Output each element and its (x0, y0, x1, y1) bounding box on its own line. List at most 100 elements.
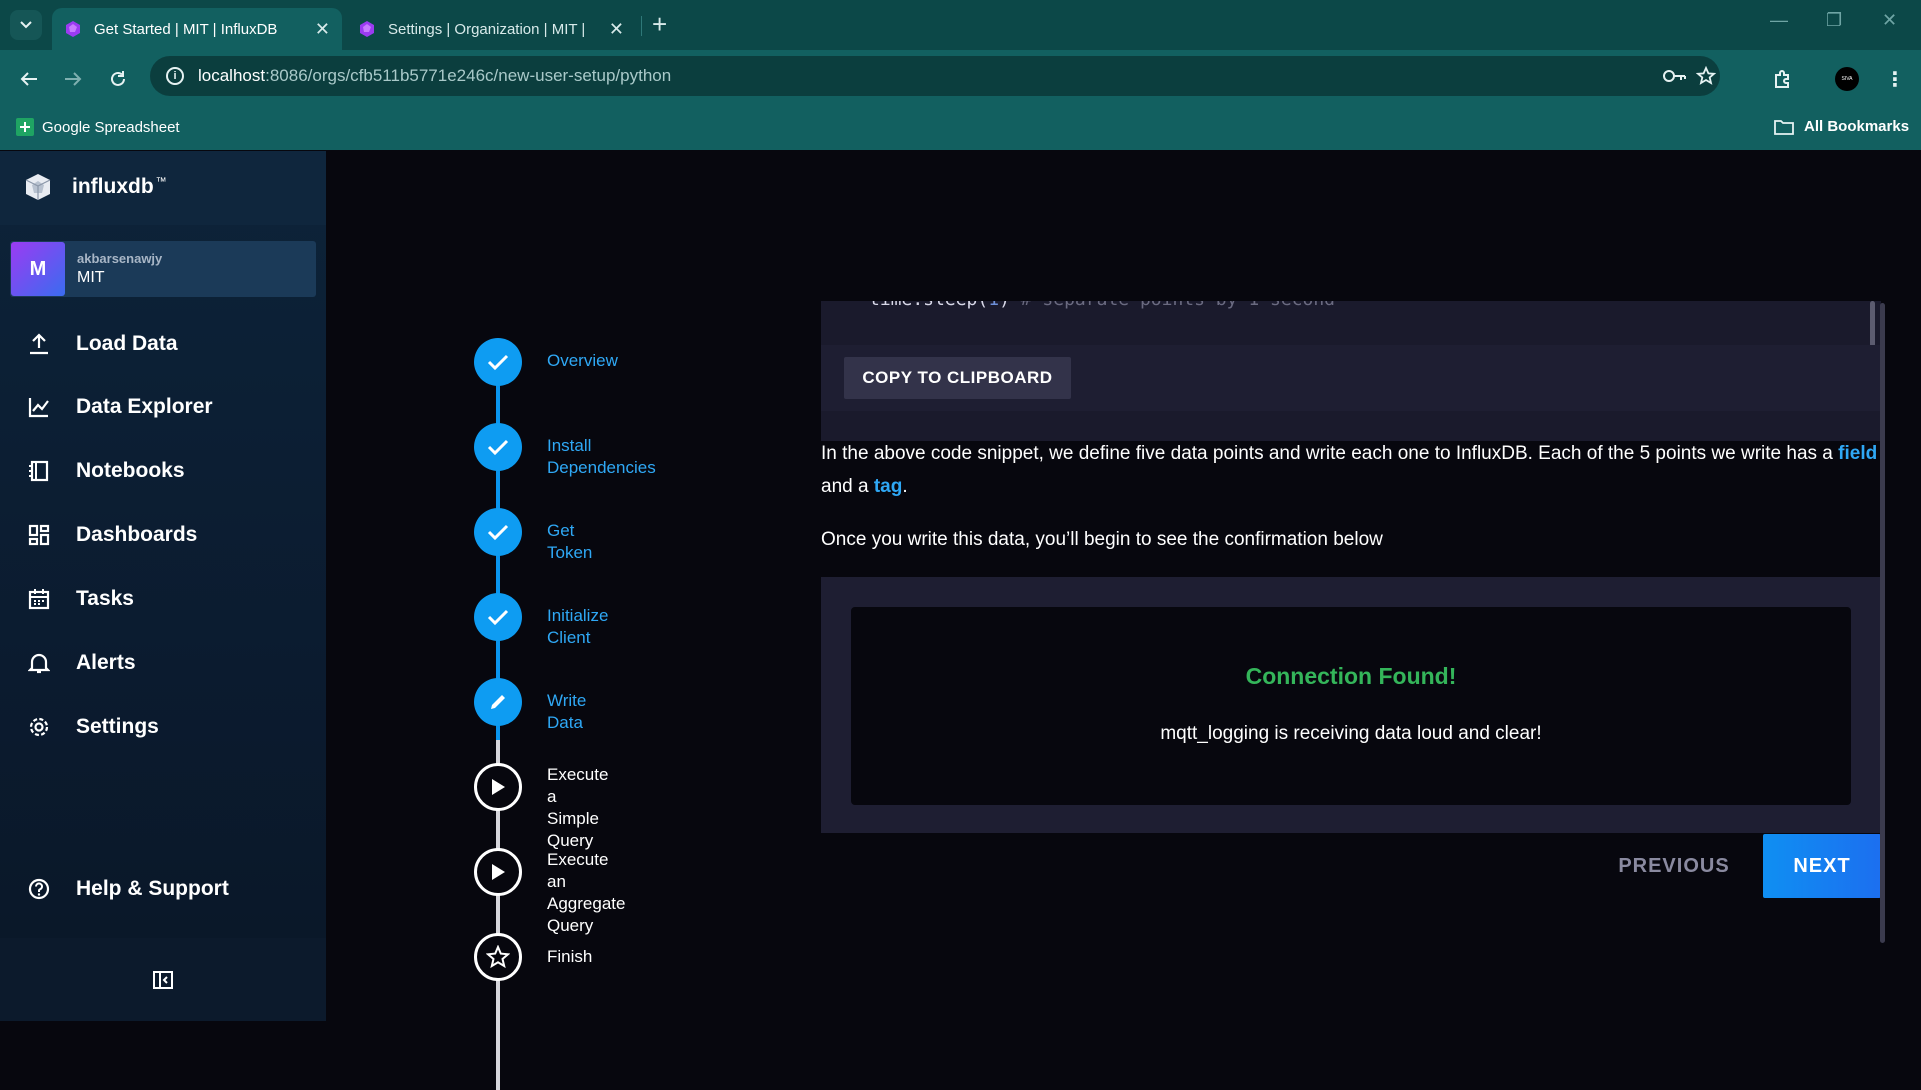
previous-button[interactable]: PREVIOUS (1604, 834, 1744, 898)
step-aggregate-query[interactable] (474, 848, 522, 896)
star-icon[interactable] (1696, 66, 1716, 86)
app-sidebar: influxdb ™ M akbarsenawjy MIT Load Data D… (0, 151, 326, 1021)
tab-search-button[interactable] (10, 10, 42, 40)
help-icon (26, 876, 52, 902)
org-switcher[interactable]: M akbarsenawjy MIT (10, 241, 316, 297)
code-comment: # separate points by 1 second (1010, 301, 1335, 310)
notebook-icon (26, 458, 52, 484)
browser-menu-icon[interactable]: ⋮ (1880, 64, 1910, 94)
sidebar-item-settings[interactable]: Settings (0, 701, 326, 753)
url-text[interactable]: localhost:8086/orgs/cfb511b5771e246c/new… (198, 66, 671, 86)
code-toolbar: COPY TO CLIPBOARD (821, 345, 1881, 411)
tab-settings-organization[interactable]: Settings | Organization | MIT | ✕ (346, 8, 636, 50)
confirmation-hint: Once you write this data, you’ll begin t… (821, 529, 1383, 550)
tab-get-started[interactable]: Get Started | MIT | InfluxDB ✕ (52, 8, 342, 50)
browser-tab-bar: Get Started | MIT | InfluxDB ✕ Settings … (0, 0, 1921, 50)
code-function: time.sleep( (869, 301, 988, 310)
minimize-icon[interactable]: — (1770, 10, 1788, 31)
back-button[interactable] (14, 64, 44, 94)
connection-status-card: Connection Found! mqtt_logging is receiv… (851, 607, 1851, 805)
next-button[interactable]: NEXT (1763, 834, 1881, 898)
sidebar-item-help-support[interactable]: Help & Support (0, 863, 326, 915)
address-bar[interactable]: i localhost:8086/orgs/cfb511b5771e246c/n… (150, 56, 1720, 96)
influxdb-favicon-icon (360, 21, 374, 37)
bell-icon (26, 650, 52, 676)
site-info-icon[interactable]: i (166, 67, 184, 85)
sidebar-item-alerts[interactable]: Alerts (0, 637, 326, 689)
sidebar-item-tasks[interactable]: Tasks (0, 573, 326, 625)
step-finish[interactable] (474, 933, 522, 981)
code-scrollbar[interactable] (1870, 301, 1875, 347)
profile-button[interactable]: SIVA (1832, 64, 1862, 94)
sidebar-item-dashboards[interactable]: Dashboards (0, 509, 326, 561)
check-icon (487, 609, 509, 626)
sidebar-item-label: Notebooks (76, 459, 185, 482)
close-tab-icon[interactable]: ✕ (315, 19, 330, 40)
reload-button[interactable] (103, 64, 133, 94)
step-get-token[interactable] (474, 508, 522, 556)
tag-link[interactable]: tag (874, 476, 903, 497)
logo-trademark: ™ (155, 176, 167, 188)
step-label-line: Execute an (547, 850, 609, 891)
org-avatar: M (11, 242, 65, 296)
new-tab-button[interactable]: + (652, 9, 667, 40)
close-tab-icon[interactable]: ✕ (609, 19, 624, 40)
step-label-overview[interactable]: Overview (547, 350, 618, 372)
step-write-data[interactable] (474, 678, 522, 726)
field-link[interactable]: field (1838, 443, 1877, 464)
key-icon[interactable] (1663, 68, 1687, 84)
step-label-get-token[interactable]: Get Token (547, 520, 592, 564)
step-initialize-client[interactable] (474, 593, 522, 641)
dashboard-icon (26, 522, 52, 548)
page-scrollbar[interactable] (1880, 151, 1887, 1021)
all-bookmarks-button[interactable]: All Bookmarks (1774, 118, 1909, 135)
step-label-finish[interactable]: Finish (547, 946, 592, 968)
collapse-sidebar-button[interactable] (0, 938, 326, 1021)
upload-icon (26, 331, 52, 357)
calendar-icon (26, 586, 52, 612)
extensions-button[interactable] (1768, 64, 1798, 94)
copy-to-clipboard-button[interactable]: COPY TO CLIPBOARD (844, 357, 1071, 399)
username: akbarsenawjy (77, 251, 163, 266)
sidebar-item-load-data[interactable]: Load Data (0, 318, 326, 370)
star-badge-icon (486, 945, 510, 969)
paragraph-text: and a (821, 476, 874, 497)
step-label-aggregate-query[interactable]: Execute an Aggregate Query (547, 849, 625, 937)
gear-icon (26, 714, 52, 740)
logo-text: influxdb (72, 175, 154, 198)
step-overview[interactable] (474, 338, 522, 386)
step-label-simple-query[interactable]: Execute a Simple Query (547, 764, 608, 852)
step-label-write-data[interactable]: Write Data (547, 690, 586, 734)
close-window-icon[interactable]: ✕ (1882, 10, 1897, 31)
step-label-install-dependencies[interactable]: Install Dependencies (547, 435, 656, 479)
check-icon (487, 354, 509, 371)
influxdb-logo[interactable]: influxdb ™ (24, 173, 167, 201)
bookmarks-bar: Google Spreadsheet All Bookmarks (0, 108, 1921, 150)
connection-found-title: Connection Found! (1245, 663, 1457, 689)
check-icon (487, 439, 509, 456)
restore-icon[interactable]: ❐ (1826, 10, 1842, 31)
tab-title: Get Started | MIT | InfluxDB (94, 20, 278, 38)
folder-icon (1774, 119, 1794, 135)
step-simple-query[interactable] (474, 763, 522, 811)
influxdb-favicon-icon (66, 21, 80, 37)
all-bookmarks-label: All Bookmarks (1804, 118, 1910, 135)
page-scrollbar-thumb[interactable] (1880, 303, 1885, 943)
org-name: MIT (77, 269, 105, 286)
puzzle-icon (1775, 70, 1789, 88)
forward-button[interactable] (58, 64, 88, 94)
step-install-dependencies[interactable] (474, 423, 522, 471)
sidebar-item-label: Alerts (76, 651, 136, 674)
bookmark-label: Google Spreadsheet (42, 118, 180, 136)
check-icon (487, 524, 509, 541)
main-content: Overview Install Dependencies Get Token … (326, 151, 1921, 1090)
tab-separator (641, 16, 642, 36)
bookmark-google-spreadsheet[interactable]: Google Spreadsheet (16, 118, 180, 136)
sidebar-item-label: Help & Support (76, 877, 229, 900)
play-icon (492, 779, 505, 795)
sidebar-item-data-explorer[interactable]: Data Explorer (0, 381, 326, 433)
code-paren: ) (999, 301, 1010, 310)
step-label-initialize-client[interactable]: Initialize Client (547, 605, 608, 649)
spreadsheet-icon (16, 118, 34, 136)
sidebar-item-notebooks[interactable]: Notebooks (0, 445, 326, 497)
